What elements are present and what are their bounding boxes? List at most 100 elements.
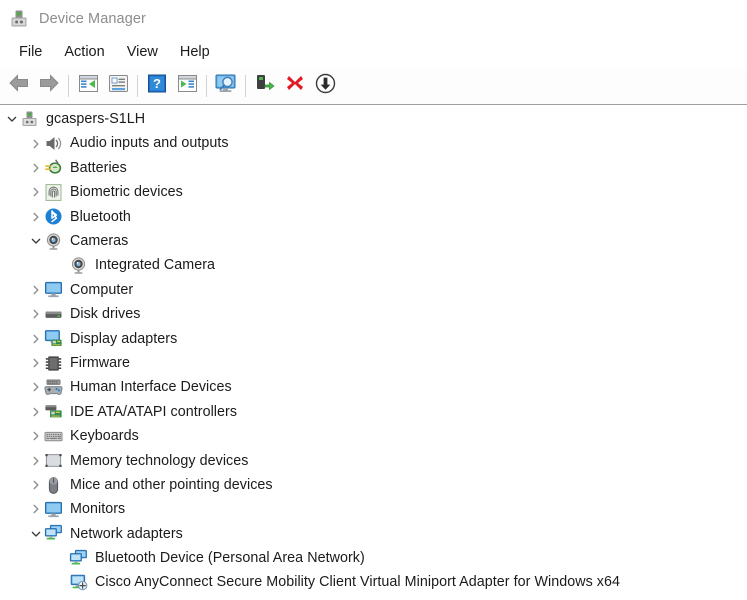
chevron-right-icon[interactable]	[28, 428, 44, 444]
forward-arrow-icon	[38, 73, 60, 98]
tree-item-integrated-camera[interactable]: Integrated Camera	[0, 253, 747, 277]
play-panel-icon	[177, 74, 198, 98]
tree-item-biometric-devices[interactable]: Biometric devices	[0, 180, 747, 204]
menu-file[interactable]: File	[8, 41, 53, 63]
update-driver-icon	[254, 73, 276, 98]
gamepad-icon	[44, 378, 63, 397]
forward-button[interactable]	[34, 71, 64, 101]
toolbar: ?	[0, 67, 747, 105]
menu-action[interactable]: Action	[53, 41, 115, 63]
tree-item-label: IDE ATA/ATAPI controllers	[70, 403, 238, 420]
tree-item-keyboards[interactable]: Keyboards	[0, 424, 747, 448]
tree-item-label: Monitors	[70, 501, 126, 518]
help-button[interactable]: ?	[142, 71, 172, 101]
tree-item-monitors[interactable]: Monitors	[0, 497, 747, 521]
tree-item-label: Computer	[70, 281, 134, 298]
device-manager-window: Device Manager File Action View Help ? g…	[0, 0, 747, 600]
chevron-right-icon[interactable]	[28, 453, 44, 469]
down-arrow-circle-icon	[315, 73, 336, 99]
properties-button[interactable]	[103, 71, 133, 101]
tree-item-bluetooth-device-personal-area-network[interactable]: Bluetooth Device (Personal Area Network)	[0, 546, 747, 570]
memory-card-icon	[44, 451, 63, 470]
uninstall-device-button[interactable]	[280, 71, 310, 101]
tree-item-bluetooth[interactable]: Bluetooth	[0, 205, 747, 229]
monitor-icon	[44, 500, 63, 519]
tree-item-label: Audio inputs and outputs	[70, 135, 229, 152]
chevron-right-icon[interactable]	[28, 209, 44, 225]
tree-item-network-adapters[interactable]: Network adapters	[0, 522, 747, 546]
title-bar: Device Manager	[0, 0, 747, 37]
tree-item-label: Biometric devices	[70, 184, 183, 201]
keyboard-icon	[44, 427, 63, 446]
disable-device-button[interactable]	[310, 71, 340, 101]
tree-item-label: Mice and other pointing devices	[70, 476, 273, 493]
camera-icon	[44, 232, 63, 251]
tree-item-label: Firmware	[70, 354, 130, 371]
chevron-right-icon[interactable]	[28, 477, 44, 493]
ide-controller-icon	[44, 402, 63, 421]
tree-item-batteries[interactable]: Batteries	[0, 156, 747, 180]
chevron-right-icon[interactable]	[28, 379, 44, 395]
tree-item-firmware[interactable]: Firmware	[0, 351, 747, 375]
window-title: Device Manager	[39, 10, 146, 27]
device-tree[interactable]: gcaspers-S1LH Audio inputs and outputs Bat…	[0, 105, 747, 600]
tree-item-computer[interactable]: Computer	[0, 278, 747, 302]
chevron-right-icon[interactable]	[28, 501, 44, 517]
tree-item-label: Keyboards	[70, 428, 139, 445]
show-console-tree-button[interactable]	[73, 71, 103, 101]
fingerprint-icon	[44, 183, 63, 202]
update-driver-button[interactable]	[250, 71, 280, 101]
chevron-down-icon[interactable]	[28, 233, 44, 249]
chevron-right-icon[interactable]	[28, 136, 44, 152]
chevron-down-icon[interactable]	[4, 111, 20, 127]
virtual-network-adapter-icon	[69, 573, 88, 592]
help-question-icon: ?	[147, 74, 167, 98]
chevron-right-icon[interactable]	[28, 282, 44, 298]
tree-item-label: Bluetooth	[70, 208, 131, 225]
tree-item-label: Display adapters	[70, 330, 178, 347]
tree-item-label: Bluetooth Device (Personal Area Network)	[95, 550, 365, 567]
chevron-right-icon[interactable]	[28, 355, 44, 371]
computer-node-icon	[20, 110, 39, 129]
menu-bar: File Action View Help	[0, 37, 747, 67]
chevron-down-icon[interactable]	[28, 526, 44, 542]
tree-item-ide-ata-atapi-controllers[interactable]: IDE ATA/ATAPI controllers	[0, 400, 747, 424]
speaker-icon	[44, 134, 63, 153]
tree-item-gcaspers-s1lh[interactable]: gcaspers-S1LH	[0, 107, 747, 131]
tree-item-cisco-anyconnect-virtual-miniport-adapter[interactable]: Cisco AnyConnect Secure Mobility Client …	[0, 570, 747, 594]
console-tree-icon	[78, 74, 99, 98]
battery-icon	[44, 158, 63, 177]
chevron-right-icon[interactable]	[28, 331, 44, 347]
tree-item-display-adapters[interactable]: Display adapters	[0, 327, 747, 351]
scan-monitor-icon	[214, 73, 238, 99]
red-x-icon	[285, 73, 305, 98]
tree-item-human-interface-devices[interactable]: Human Interface Devices	[0, 375, 747, 399]
tree-item-disk-drives[interactable]: Disk drives	[0, 302, 747, 326]
tree-item-label: Integrated Camera	[95, 257, 216, 274]
network-adapter-icon	[69, 549, 88, 568]
tree-item-label: Cameras	[70, 233, 129, 249]
tree-item-label: Batteries	[70, 159, 127, 176]
chevron-right-icon[interactable]	[28, 306, 44, 322]
tree-item-label: Memory technology devices	[70, 452, 249, 469]
menu-view[interactable]: View	[116, 41, 169, 63]
tree-item-mice-and-other-pointing-devices[interactable]: Mice and other pointing devices	[0, 473, 747, 497]
scan-hardware-changes-button[interactable]	[211, 71, 241, 101]
tree-item-audio-inputs-and-outputs[interactable]: Audio inputs and outputs	[0, 131, 747, 155]
tree-item-label: Disk drives	[70, 306, 141, 323]
tree-item-label: Network adapters	[70, 525, 183, 542]
chevron-right-icon[interactable]	[28, 184, 44, 200]
camera-icon	[69, 256, 88, 275]
chevron-right-icon[interactable]	[28, 160, 44, 176]
display-adapter-icon	[44, 329, 63, 348]
tree-item-label: Human Interface Devices	[70, 379, 232, 396]
chevron-right-icon[interactable]	[28, 404, 44, 420]
show-hidden-devices-button[interactable]	[172, 71, 202, 101]
tree-item-label: Cisco AnyConnect Secure Mobility Client …	[95, 574, 621, 591]
toolbar-separator-3	[206, 74, 207, 97]
menu-help[interactable]: Help	[169, 41, 221, 63]
back-button[interactable]	[4, 71, 34, 101]
tree-item-cameras[interactable]: Cameras	[0, 229, 747, 253]
tree-item-memory-technology-devices[interactable]: Memory technology devices	[0, 448, 747, 472]
toolbar-separator-2	[137, 74, 138, 97]
